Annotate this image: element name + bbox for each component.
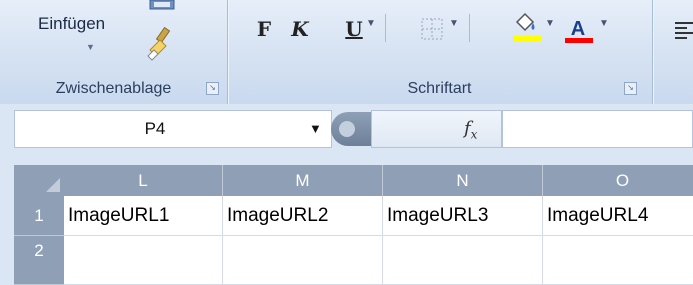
paste-dropdown-icon[interactable]: ▼ (86, 42, 95, 52)
separator (385, 14, 386, 42)
clipboard-group: Einfügen ▼ Zwischenablage ↘ (0, 0, 228, 104)
clipboard-group-label: Zwischenablage (55, 80, 172, 97)
formula-bar-splitter[interactable] (331, 112, 371, 146)
cell-n2[interactable] (383, 236, 543, 285)
column-header-l[interactable]: L (64, 165, 223, 196)
select-all-button[interactable] (14, 165, 64, 196)
column-header-m[interactable]: M (223, 165, 383, 196)
separator (469, 14, 470, 42)
formula-input[interactable] (502, 110, 693, 148)
cell-l2[interactable] (64, 236, 223, 285)
grid-top-border (0, 155, 693, 165)
select-all-icon (46, 178, 60, 192)
alignment-group (652, 0, 693, 104)
paste-button[interactable]: Einfügen (38, 14, 105, 34)
name-box-value: P4 (144, 119, 166, 138)
align-left-icon[interactable] (674, 20, 693, 40)
cell-m2[interactable] (223, 236, 383, 285)
borders-dropdown-icon[interactable]: ▼ (449, 18, 459, 29)
worksheet-grid: L M N O 1 2 ImageURL1 ImageURL2 ImageURL… (0, 155, 693, 285)
row-header-2[interactable]: 2 (14, 236, 64, 285)
italic-button[interactable]: K (289, 16, 311, 42)
cell-o1[interactable]: ImageURL4 (543, 196, 693, 236)
fill-color-dropdown-icon[interactable]: ▼ (545, 18, 555, 29)
font-dialog-launcher-icon[interactable]: ↘ (624, 82, 637, 95)
cell-m1[interactable]: ImageURL2 (223, 196, 383, 236)
cell-l1[interactable]: ImageURL1 (64, 196, 223, 236)
cell-o2[interactable] (543, 236, 693, 285)
format-painter-icon[interactable] (146, 26, 176, 62)
underline-button[interactable]: U (343, 16, 365, 42)
grid-left-border (0, 165, 14, 285)
name-box[interactable]: P4 ▼ (14, 110, 332, 148)
insert-function-area: fx (371, 110, 502, 148)
clipboard-icon (149, 0, 175, 10)
splitter-handle-icon (339, 121, 355, 137)
font-color-swatch (565, 38, 593, 43)
column-header-n[interactable]: N (383, 165, 543, 196)
clipboard-dialog-launcher-icon[interactable]: ↘ (206, 82, 219, 95)
bold-button[interactable]: F (253, 16, 275, 42)
borders-icon[interactable] (421, 18, 443, 40)
ribbon: Einfügen ▼ Zwischenablage ↘ F K U ▼ ▼ ▼ … (0, 0, 693, 105)
name-box-dropdown-icon[interactable]: ▼ (309, 121, 322, 136)
underline-dropdown-icon[interactable]: ▼ (366, 18, 376, 29)
row-header-1[interactable]: 1 (14, 196, 64, 236)
cell-n1[interactable]: ImageURL3 (383, 196, 543, 236)
column-header-o[interactable]: O (543, 165, 693, 196)
fill-color-icon[interactable] (511, 12, 541, 36)
font-group: F K U ▼ ▼ ▼ A ▼ Schriftart ↘ (227, 0, 653, 104)
font-color-dropdown-icon[interactable]: ▼ (599, 18, 609, 29)
insert-function-icon[interactable]: fx (464, 118, 477, 142)
font-group-label: Schriftart (407, 80, 472, 97)
excel-window: Einfügen ▼ Zwischenablage ↘ F K U ▼ ▼ ▼ … (0, 0, 693, 285)
fill-color-swatch (513, 36, 541, 41)
